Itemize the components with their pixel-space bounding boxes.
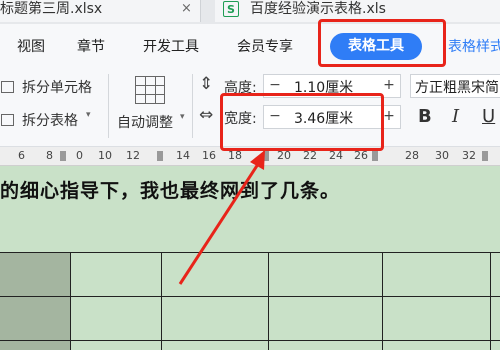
annotation-arrow [178, 150, 265, 285]
arrow-line [178, 157, 264, 285]
